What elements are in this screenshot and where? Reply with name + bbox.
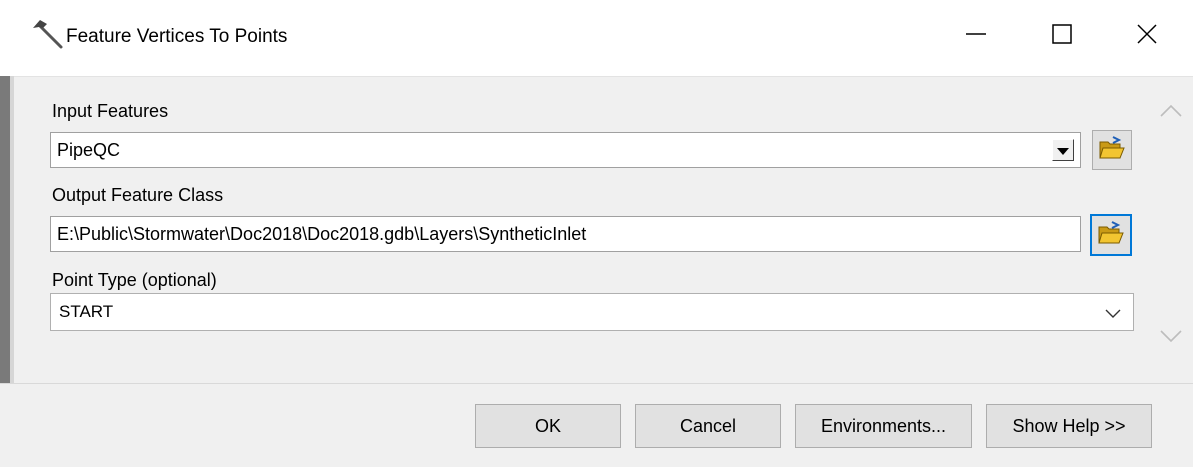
parameters-pane: Input Features PipeQC Output Feature Cla… — [14, 77, 1149, 382]
show-help-button[interactable]: Show Help >> — [986, 404, 1152, 448]
minimize-button[interactable] — [956, 18, 996, 54]
hammer-icon — [30, 16, 66, 52]
point-type-value: START — [59, 302, 114, 321]
cancel-button[interactable]: Cancel — [635, 404, 781, 448]
chevron-up-icon — [1160, 104, 1182, 123]
scroll-down-button[interactable] — [1149, 318, 1193, 358]
output-feature-class-value: E:\Public\Stormwater\Doc2018\Doc2018.gdb… — [57, 223, 587, 244]
input-features-label: Input Features — [52, 101, 169, 121]
maximize-button[interactable] — [1042, 18, 1082, 54]
maximize-icon — [1051, 23, 1073, 50]
title-bar: Feature Vertices To Points — [0, 0, 1193, 76]
tool-dialog: Feature Vertices To Points Input Feature… — [0, 0, 1193, 467]
browse-output-feature-class-button[interactable] — [1090, 214, 1132, 256]
scroll-up-button[interactable] — [1149, 93, 1193, 133]
output-feature-class-input[interactable]: E:\Public\Stormwater\Doc2018\Doc2018.gdb… — [50, 216, 1081, 252]
vertical-scrollbar[interactable] — [1149, 77, 1193, 382]
open-folder-icon — [1099, 135, 1125, 165]
input-features-value: PipeQC — [57, 139, 121, 160]
chevron-down-icon — [1105, 304, 1121, 324]
chevron-down-icon — [1160, 329, 1182, 348]
panel-divider[interactable] — [0, 76, 14, 383]
input-features-combobox[interactable]: PipeQC — [50, 132, 1081, 168]
point-type-label: Point Type (optional) — [52, 270, 217, 290]
ok-button[interactable]: OK — [475, 404, 621, 448]
triangle-down-icon — [1057, 140, 1069, 161]
close-icon — [1136, 23, 1158, 50]
browse-input-features-button[interactable] — [1092, 130, 1132, 170]
minimize-icon — [965, 23, 987, 50]
point-type-select[interactable]: START — [50, 293, 1134, 331]
window-title: Feature Vertices To Points — [66, 26, 288, 47]
output-feature-class-label: Output Feature Class — [52, 185, 224, 205]
close-button[interactable] — [1127, 18, 1167, 54]
environments-button[interactable]: Environments... — [795, 404, 972, 448]
combobox-dropdown-button[interactable] — [1052, 139, 1074, 161]
open-folder-icon — [1098, 220, 1124, 250]
